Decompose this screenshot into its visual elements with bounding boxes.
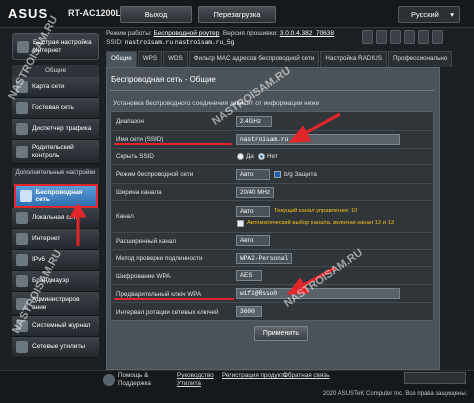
utility-link[interactable]: Утилита — [177, 380, 201, 387]
annotation-arrows — [69, 112, 341, 295]
help-icon — [103, 374, 115, 386]
feedback-link[interactable]: Обратная связь — [283, 372, 329, 379]
copyright: 2020 ASUSTeK Computer Inc. Все права защ… — [323, 391, 468, 397]
help-support-label: Помощь & Поддержка — [118, 372, 151, 387]
manual-link[interactable]: Руководство — [177, 372, 214, 379]
arrow-sidebar-icon — [69, 203, 87, 246]
product-registration-link[interactable]: Регистрация продукта — [222, 372, 287, 379]
faq-search-input[interactable] — [404, 372, 466, 384]
arrow-ssid-icon — [288, 112, 341, 143]
